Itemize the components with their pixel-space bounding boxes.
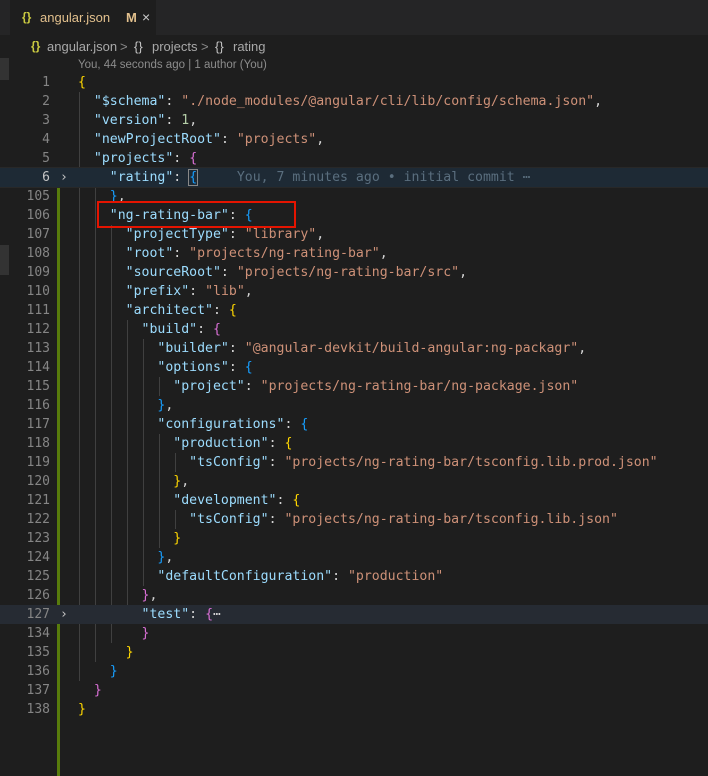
- modified-badge: M: [126, 10, 137, 25]
- code-line: 116 },: [26, 398, 174, 413]
- chevron-right-icon[interactable]: ›: [60, 605, 68, 624]
- tab-angular-json[interactable]: {} angular.json M ×: [10, 0, 156, 36]
- code-line-current: 6 › "rating": { You, 7 minutes ago • init…: [0, 167, 708, 188]
- close-icon[interactable]: ×: [142, 9, 150, 25]
- code-line: 115 "project": "projects/ng-rating-bar/n…: [26, 379, 579, 394]
- tab-bar: {} angular.json M ×: [0, 0, 708, 36]
- git-blame-header[interactable]: You, 44 seconds ago | 1 author (You): [78, 59, 267, 71]
- code-line-folded: 127 › "test": {⋯: [0, 605, 708, 624]
- breadcrumb-item-rating[interactable]: rating: [233, 39, 266, 54]
- code-line: 124 },: [26, 550, 174, 565]
- json-braces-icon: {}: [31, 39, 41, 53]
- code-line: 120 },: [26, 474, 190, 489]
- code-line: 1{: [42, 75, 86, 90]
- code-line: 135 }: [26, 645, 134, 660]
- code-line: 137 }: [26, 683, 102, 698]
- code-line: 126 },: [26, 588, 158, 603]
- object-icon: {}: [215, 39, 224, 54]
- code-line: 113 "builder": "@angular-devkit/build-an…: [26, 341, 587, 356]
- code-line: 138}: [26, 702, 86, 717]
- code-line: 134 }: [26, 626, 150, 641]
- code-line: 110 "prefix": "lib",: [26, 284, 253, 299]
- code-line: 118 "production": {: [26, 436, 293, 451]
- code-line: 122 "tsConfig": "projects/ng-rating-bar/…: [26, 512, 618, 527]
- code-line: 136 }: [26, 664, 118, 679]
- inline-blame: You, 7 minutes ago • initial commit ⋯: [236, 170, 531, 185]
- code-line: 114 "options": {: [26, 360, 253, 375]
- json-braces-icon: {}: [22, 10, 32, 24]
- chevron-right-icon[interactable]: ›: [60, 168, 68, 187]
- chevron-right-icon: >: [201, 39, 209, 54]
- code-line: 125 "defaultConfiguration": "production": [26, 569, 444, 584]
- chevron-right-icon: >: [120, 39, 128, 54]
- code-line: 4 "newProjectRoot": "projects",: [42, 132, 325, 147]
- breadcrumb-item-file[interactable]: angular.json: [47, 39, 117, 54]
- highlight-box-annotation: [97, 201, 296, 228]
- folded-ellipsis: ⋯: [213, 607, 221, 622]
- tab-label: angular.json: [40, 10, 111, 25]
- code-line: 3 "version": 1,: [42, 113, 198, 128]
- code-line: 2 "$schema": "./node_modules/@angular/cl…: [42, 94, 603, 109]
- code-line: 108 "root": "projects/ng-rating-bar",: [26, 246, 388, 261]
- code-line: 121 "development": {: [26, 493, 301, 508]
- code-line: 111 "architect": {: [26, 303, 237, 318]
- code-line: 112 "build": {: [26, 322, 221, 337]
- object-icon: {}: [134, 39, 143, 54]
- breadcrumb-item-projects[interactable]: projects: [152, 39, 198, 54]
- breadcrumb: {} angular.json > {} projects > {} ratin…: [0, 36, 708, 58]
- code-line: 123 }: [26, 531, 182, 546]
- code-line: 109 "sourceRoot": "projects/ng-rating-ba…: [26, 265, 468, 280]
- code-line: 117 "configurations": {: [26, 417, 309, 432]
- code-line: 119 "tsConfig": "projects/ng-rating-bar/…: [26, 455, 658, 470]
- code-line: 5 "projects": {: [42, 151, 198, 166]
